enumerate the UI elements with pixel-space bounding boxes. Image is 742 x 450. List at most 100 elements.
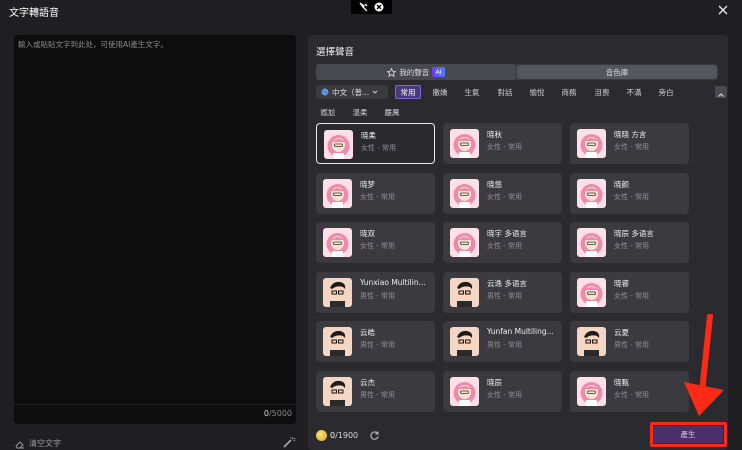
clear-text-button[interactable]: 清空文字 — [15, 438, 61, 449]
voice-avatar — [450, 178, 479, 208]
voice-description: 女性 - 常用 — [614, 391, 649, 399]
eraser-icon — [15, 440, 24, 448]
voice-name: 云杰 — [360, 378, 375, 387]
voice-avatar — [450, 228, 479, 258]
voice-name: 云夏 — [614, 328, 629, 338]
style-chip[interactable]: 沮喪 — [590, 85, 614, 99]
voice-card[interactable]: 云逸 多语言 男性 - 常用 — [443, 271, 562, 313]
character-limit: /5000 — [268, 409, 292, 418]
chevron-up-icon — [718, 93, 724, 97]
voice-avatar — [450, 277, 479, 307]
voice-panel: 選擇聲音 我的聲音 AI 音色庫 中文（普... 常用 撒嬌 生氣 對話 愉悅 … — [308, 35, 728, 450]
voice-description: 女性 - 常用 — [614, 291, 649, 300]
voice-avatar — [324, 130, 353, 159]
voice-card[interactable]: Yunxiao Multilin... 男性 - 常用 — [316, 271, 435, 313]
voice-description: 女性 - 常用 — [487, 391, 522, 399]
tab-voice-library-label: 音色庫 — [605, 67, 629, 77]
voice-name: 晓辰 — [487, 378, 502, 387]
text-editor[interactable]: 輸入或貼貼文字到此处，可使用AI產生文字。 0/5000 — [14, 35, 296, 424]
voice-card[interactable]: 晓双女性 - 常用 — [316, 222, 435, 264]
voice-name: 云皓 — [360, 328, 375, 338]
voice-card[interactable]: 晓秋 女性 - 常用 — [443, 123, 562, 164]
voice-description: 女性 - 常用 — [614, 143, 649, 151]
voice-avatar — [450, 129, 479, 158]
voice-avatar — [323, 277, 352, 307]
voice-card[interactable]: 云杰 男性 - 常用 — [316, 371, 435, 412]
voice-avatar — [577, 178, 606, 208]
style-chip[interactable]: 撒嬌 — [428, 85, 452, 99]
voice-description: 女性 - 常用 — [614, 242, 649, 251]
voice-card[interactable]: 云夏 男性 - 常用 — [570, 321, 689, 363]
credits-indicator: 0/1900 — [316, 430, 380, 441]
tab-my-voices[interactable]: 我的聲音 AI — [316, 64, 516, 80]
style-chip[interactable]: 尷尬 — [316, 106, 340, 118]
coin-icon — [316, 430, 327, 441]
voice-name: 晓柔 — [361, 131, 376, 140]
voice-name: 晓颜 — [614, 179, 629, 189]
voice-description: 男性 - 常用 — [360, 291, 395, 300]
star-icon — [387, 67, 397, 77]
voice-source-tabs: 我的聲音 AI 音色庫 — [316, 64, 718, 80]
voice-panel-title: 選擇聲音 — [316, 47, 355, 58]
voice-avatar — [577, 327, 606, 357]
voice-card[interactable]: 晓宇 多语言 女性 - 常用 — [443, 222, 562, 264]
voice-name: Yunxiao Multilin... — [360, 277, 426, 287]
voice-description: 男性 - 常用 — [487, 341, 522, 350]
language-select[interactable]: 中文（普... — [316, 85, 388, 99]
voice-description: 男性 - 常用 — [487, 291, 522, 300]
voice-card[interactable]: 晓辰 多语言 女性 - 常用 — [570, 222, 689, 264]
voice-card[interactable]: 晓甄 女性 - 常用 — [570, 371, 689, 412]
voice-avatar — [323, 228, 352, 258]
voice-description: 女性 - 常用 — [360, 192, 395, 201]
style-chip[interactable]: 旁白 — [654, 85, 678, 99]
voice-description: 女性 - 常用 — [487, 143, 522, 151]
style-chip[interactable]: 商務 — [557, 85, 581, 99]
style-chip[interactable]: 對話 — [493, 85, 517, 99]
voice-description: 女性 - 常用 — [487, 242, 522, 251]
annotation-arrow-icon — [684, 314, 724, 416]
voice-card[interactable]: 晓辰女性 - 常用 — [443, 371, 562, 412]
voice-card[interactable]: 晓悠 女性 - 常用 — [443, 172, 562, 214]
style-chip[interactable]: 愉悅 — [525, 85, 549, 99]
voice-description: 女性 - 常用 — [361, 144, 396, 152]
voice-card[interactable]: Yunfan Multiling... 男性 - 常用 — [443, 321, 562, 363]
close-circle-icon[interactable] — [374, 2, 384, 12]
collapse-filters-button[interactable] — [715, 86, 727, 98]
tab-voice-library[interactable]: 音色庫 — [517, 65, 717, 79]
clear-text-label: 清空文字 — [29, 439, 61, 448]
voice-avatar — [323, 327, 352, 357]
voice-card[interactable]: 云皓 男性 - 常用 — [316, 321, 435, 363]
style-chip[interactable]: 嚴厲 — [380, 106, 404, 118]
close-window-icon[interactable] — [716, 3, 730, 17]
style-chip[interactable]: 生氣 — [460, 85, 484, 99]
voice-description: 女性 - 常用 — [487, 192, 522, 201]
voice-name: 晓睿 — [614, 278, 629, 288]
globe-icon — [321, 88, 329, 96]
voice-name: 晓晓 方言 — [614, 130, 647, 139]
voice-card[interactable]: 晓梦女性 - 常用 — [316, 172, 435, 214]
voice-name: 晓梦 — [360, 179, 375, 189]
magic-wand-icon[interactable] — [283, 437, 296, 448]
voice-avatar — [577, 277, 606, 307]
voice-name: 晓双 — [360, 229, 375, 239]
voice-card[interactable]: 晓晓 方言女性 - 常用 — [570, 123, 689, 164]
chevron-down-icon — [372, 90, 378, 94]
voice-card[interactable]: 晓睿女性 - 常用 — [570, 271, 689, 313]
editor-divider — [14, 404, 296, 405]
style-chip[interactable]: 溫柔 — [348, 106, 372, 118]
voice-description: 女性 - 常用 — [360, 242, 395, 251]
pin-icon[interactable] — [359, 2, 369, 12]
voice-card[interactable]: 晓颜 女性 - 常用 — [570, 172, 689, 214]
window-title: 文字轉語音 — [9, 8, 59, 19]
refresh-icon[interactable] — [369, 430, 380, 441]
style-chip[interactable]: 常用 — [395, 85, 421, 99]
style-chip[interactable]: 不滿 — [622, 85, 646, 99]
voice-name: 云逸 多语言 — [487, 278, 527, 288]
voice-card[interactable]: 晓柔女性 - 常用 — [316, 123, 435, 164]
character-counter: 0/5000 — [264, 409, 292, 418]
voice-name: Yunfan Multiling... — [487, 327, 554, 337]
voice-avatar — [577, 129, 606, 158]
ai-badge: AI — [432, 67, 445, 77]
voice-avatar — [450, 377, 479, 406]
voice-avatar — [577, 228, 606, 258]
